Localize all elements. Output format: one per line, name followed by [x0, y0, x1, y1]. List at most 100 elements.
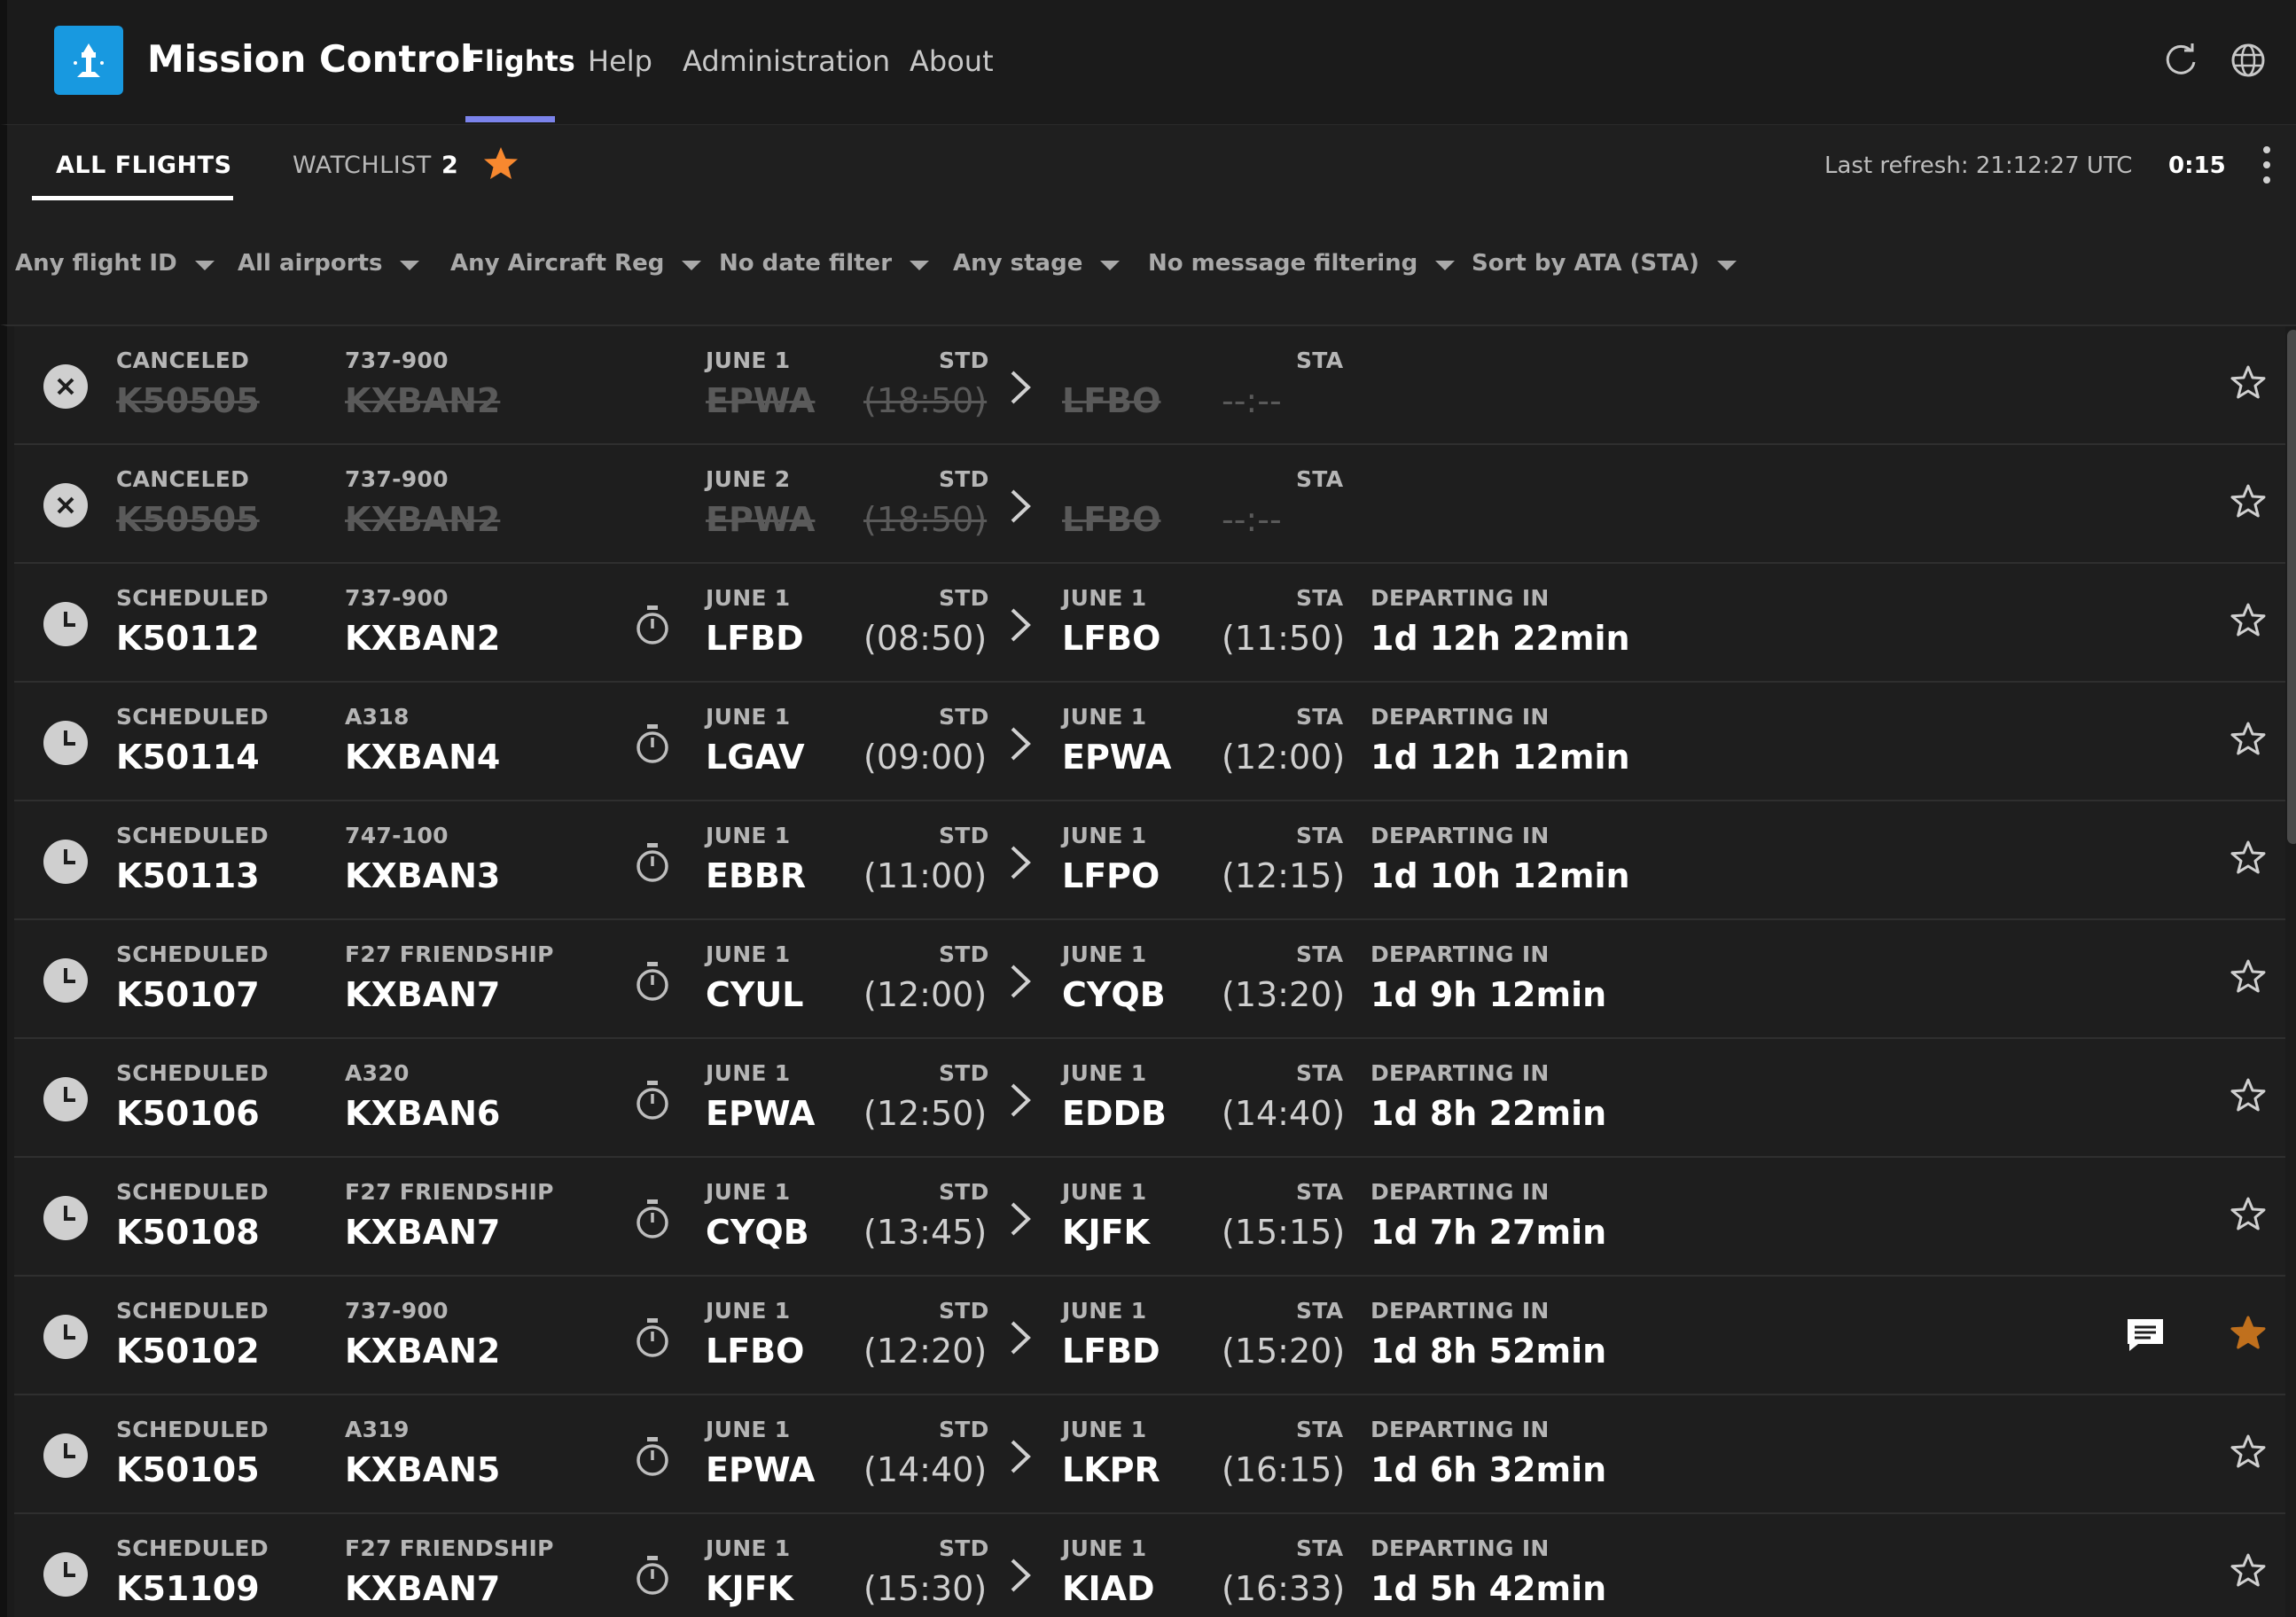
star-outline-icon[interactable]	[2229, 1551, 2268, 1590]
aircraft-reg: KXBAN5	[345, 1450, 501, 1489]
cancel-circle-icon	[43, 483, 88, 527]
filter-flight-id[interactable]: Any flight ID	[15, 250, 215, 277]
top-navigation: Mission Control Flights Help Administrat…	[0, 0, 2296, 124]
flight-row[interactable]: SCHEDULED K50107 F27 FRIENDSHIP KXBAN7 J…	[14, 920, 2285, 1039]
departure-date: JUNE 1	[706, 704, 791, 730]
nav-about[interactable]: About	[910, 44, 994, 78]
departure-airport: EBBR	[706, 856, 807, 895]
chevron-right-icon	[1011, 1321, 1031, 1355]
star-outline-icon[interactable]	[2229, 1076, 2268, 1115]
flight-row[interactable]: SCHEDULED K50112 737-900 KXBAN2 JUNE 1 L…	[14, 564, 2285, 683]
scheduled-departure-time: (12:00)	[863, 975, 988, 1014]
flight-row[interactable]: SCHEDULED K50113 747-100 KXBAN3 JUNE 1 E…	[14, 801, 2285, 920]
star-outline-icon[interactable]	[2229, 601, 2268, 640]
scheduled-arrival-time: (14:40)	[1222, 1094, 1346, 1133]
aircraft-reg: KXBAN2	[345, 500, 501, 539]
departure-countdown: 1d 5h 42min	[1371, 1569, 1607, 1608]
countdown-label: DEPARTING IN	[1371, 1535, 1550, 1561]
flight-row[interactable]: SCHEDULED K50108 F27 FRIENDSHIP KXBAN7 J…	[14, 1158, 2285, 1277]
star-filled-icon[interactable]	[2229, 1314, 2268, 1353]
control-tower-icon[interactable]	[54, 26, 123, 95]
chevron-right-icon	[1011, 371, 1031, 404]
tab-watchlist[interactable]: WATCHLIST	[293, 152, 432, 179]
std-label: STD	[939, 348, 989, 373]
more-vertical-icon[interactable]	[2259, 143, 2275, 187]
aircraft-reg: KXBAN2	[345, 619, 501, 658]
flight-list: CANCELED K50505 737-900 KXBAN2 JUNE 1 EP…	[0, 324, 2296, 1617]
scheduled-departure-time: (12:50)	[863, 1094, 988, 1133]
scheduled-departure-time: (14:40)	[863, 1450, 988, 1489]
star-outline-icon[interactable]	[2229, 957, 2268, 996]
arrival-airport: KJFK	[1062, 1213, 1150, 1252]
clock-icon	[43, 958, 88, 1003]
flight-id: K50102	[116, 1332, 260, 1371]
departure-airport: LFBO	[706, 1332, 805, 1371]
chevron-right-icon	[1011, 1083, 1031, 1117]
star-outline-icon[interactable]	[2229, 363, 2268, 402]
scheduled-departure-time: (12:20)	[863, 1332, 988, 1371]
nav-administration[interactable]: Administration	[683, 44, 890, 78]
star-icon[interactable]	[481, 145, 520, 184]
flight-row[interactable]: SCHEDULED K50105 A319 KXBAN5 JUNE 1 EPWA…	[14, 1395, 2285, 1514]
active-nav-indicator	[465, 116, 555, 122]
chevron-right-icon	[1011, 727, 1031, 761]
flight-id: K50105	[116, 1450, 260, 1489]
flight-status: SCHEDULED	[116, 941, 269, 967]
sta-label: STA	[1296, 823, 1344, 848]
stopwatch-icon	[636, 605, 668, 644]
flight-row[interactable]: CANCELED K50505 737-900 KXBAN2 JUNE 1 EP…	[14, 326, 2285, 445]
globe-icon[interactable]	[2229, 41, 2268, 80]
nav-help[interactable]: Help	[588, 44, 652, 78]
filter-messages[interactable]: No message filtering	[1148, 250, 1456, 277]
scrollbar[interactable]	[2287, 330, 2296, 844]
aircraft-type: F27 FRIENDSHIP	[345, 1179, 554, 1205]
departure-airport: CYUL	[706, 975, 804, 1014]
clock-icon	[43, 721, 88, 765]
aircraft-type: A320	[345, 1060, 410, 1086]
tab-all-flights[interactable]: ALL FLIGHTS	[56, 152, 232, 179]
std-label: STD	[939, 1298, 989, 1324]
filter-aircraft-reg[interactable]: Any Aircraft Reg	[450, 250, 702, 277]
countdown-label: DEPARTING IN	[1371, 1417, 1550, 1442]
departure-date: JUNE 2	[706, 466, 791, 492]
star-outline-icon[interactable]	[2229, 839, 2268, 878]
star-outline-icon[interactable]	[2229, 1433, 2268, 1472]
filter-sort[interactable]: Sort by ATA (STA)	[1472, 250, 1737, 277]
stopwatch-icon	[636, 1081, 668, 1120]
refresh-icon[interactable]	[2161, 41, 2200, 80]
filter-airports[interactable]: All airports	[238, 250, 420, 277]
flight-status: SCHEDULED	[116, 1060, 269, 1086]
filter-stage[interactable]: Any stage	[953, 250, 1121, 277]
star-outline-icon[interactable]	[2229, 1195, 2268, 1234]
scheduled-departure-time: (18:50)	[863, 500, 988, 539]
active-tab-indicator	[32, 196, 233, 200]
flight-row[interactable]: SCHEDULED K50102 737-900 KXBAN2 JUNE 1 L…	[14, 1277, 2285, 1395]
filter-date[interactable]: No date filter	[719, 250, 930, 277]
flight-status: SCHEDULED	[116, 704, 269, 730]
scheduled-arrival-time: --:--	[1222, 500, 1282, 539]
departure-airport: KJFK	[706, 1569, 793, 1608]
clock-icon	[43, 840, 88, 884]
sta-label: STA	[1296, 585, 1344, 611]
flight-row[interactable]: CANCELED K50505 737-900 KXBAN2 JUNE 2 EP…	[14, 445, 2285, 564]
nav-flights[interactable]: Flights	[465, 44, 575, 78]
sta-label: STA	[1296, 1535, 1344, 1561]
stopwatch-icon	[636, 962, 668, 1001]
flight-row[interactable]: SCHEDULED K50114 A318 KXBAN4 JUNE 1 LGAV…	[14, 683, 2285, 801]
clock-icon	[43, 1315, 88, 1359]
message-icon[interactable]	[2124, 1316, 2167, 1355]
departure-airport: EPWA	[706, 500, 816, 539]
star-outline-icon[interactable]	[2229, 720, 2268, 759]
sta-label: STA	[1296, 704, 1344, 730]
aircraft-reg: KXBAN3	[345, 856, 501, 895]
filter-label: Sort by ATA (STA)	[1472, 250, 1699, 277]
star-outline-icon[interactable]	[2229, 482, 2268, 521]
stopwatch-icon	[636, 724, 668, 763]
arrival-airport: EDDB	[1062, 1094, 1168, 1133]
flight-row[interactable]: SCHEDULED K50106 A320 KXBAN6 JUNE 1 EPWA…	[14, 1039, 2285, 1158]
aircraft-reg: KXBAN2	[345, 1332, 501, 1371]
filter-label: Any flight ID	[15, 250, 177, 277]
stopwatch-icon	[636, 1199, 668, 1238]
arrival-date: JUNE 1	[1062, 1417, 1147, 1442]
flight-row[interactable]: SCHEDULED K51109 F27 FRIENDSHIP KXBAN7 J…	[14, 1514, 2285, 1617]
